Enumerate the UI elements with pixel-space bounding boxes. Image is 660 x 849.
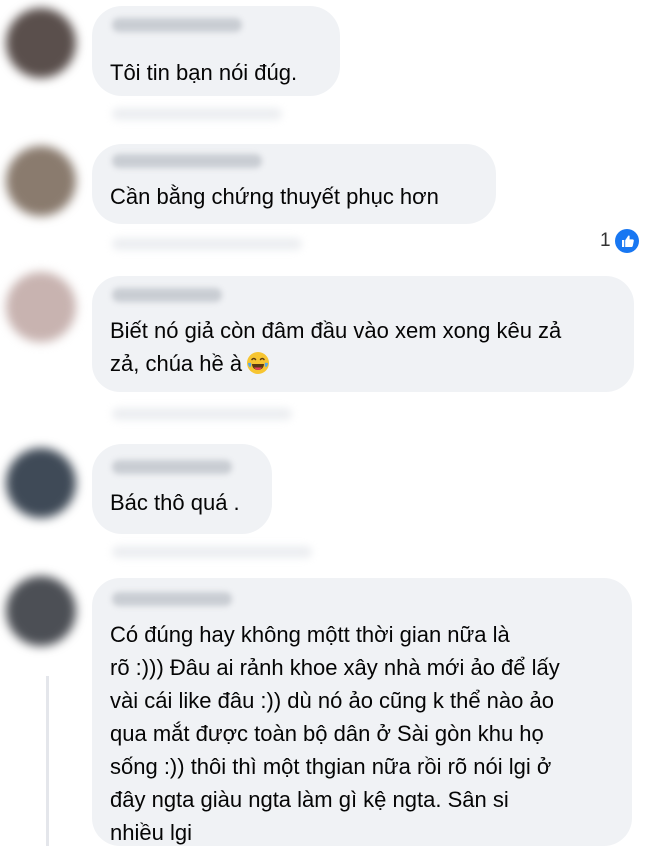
laughing-tears-emoji-icon — [247, 352, 270, 374]
reply-thread-line — [46, 676, 49, 846]
reaction-count: 1 — [600, 230, 611, 251]
comment-bubble: Cần bằng chứng thuyết phục hơn — [92, 144, 496, 224]
commenter-name-blurred[interactable] — [112, 154, 262, 168]
comment-text: Tôi tin bạn nói đúg. — [110, 60, 298, 85]
commenter-name-blurred[interactable] — [112, 460, 232, 474]
avatar[interactable] — [6, 448, 76, 518]
comment-text: Có đúng hay không mộtt thời gian nữa là … — [110, 622, 560, 845]
comment-bubble: Có đúng hay không mộtt thời gian nữa là … — [92, 578, 632, 846]
comment-bubble: Biết nó giả còn đâm đầu vào xem xong kêu… — [92, 276, 634, 392]
avatar[interactable] — [6, 272, 76, 342]
comment-bubble: Bác thô quá . — [92, 444, 272, 534]
avatar[interactable] — [6, 146, 76, 216]
comment-actions-blurred[interactable] — [112, 408, 292, 420]
commenter-name-blurred[interactable] — [112, 18, 242, 32]
comment-actions-blurred[interactable] — [112, 546, 312, 558]
commenter-name-blurred[interactable] — [112, 288, 222, 302]
comment-actions-blurred[interactable] — [112, 238, 302, 250]
comment-text: Biết nó giả còn đâm đầu vào xem xong kêu… — [110, 314, 561, 380]
reaction-summary[interactable]: 1 — [600, 228, 639, 254]
commenter-name-blurred[interactable] — [112, 592, 232, 606]
comment-actions-blurred[interactable] — [112, 108, 282, 120]
avatar[interactable] — [6, 8, 76, 78]
comment-bubble: Tôi tin bạn nói đúg. — [92, 6, 340, 96]
avatar[interactable] — [6, 576, 76, 646]
comment-text: Cần bằng chứng thuyết phục hơn — [110, 184, 439, 209]
comment-text: Bác thô quá . — [110, 490, 240, 515]
like-icon — [614, 229, 639, 253]
comment-text-content: Biết nó giả còn đâm đầu vào xem xong kêu… — [110, 318, 562, 376]
